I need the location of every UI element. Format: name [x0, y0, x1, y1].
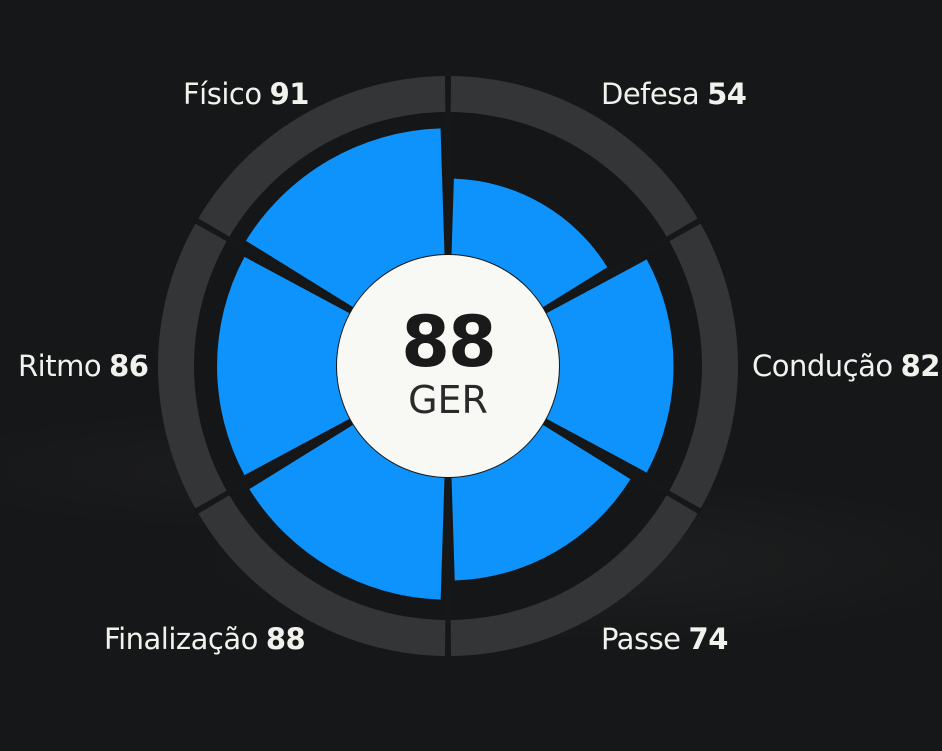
stat-name: Passe	[601, 622, 681, 656]
stat-label-conducao: Condução 82	[752, 349, 940, 383]
stat-value: 88	[265, 622, 306, 656]
overall-rating-label: GER	[408, 378, 488, 422]
stat-name: Físico	[183, 77, 262, 111]
overall-rating-badge: 88 GER	[337, 255, 559, 477]
stat-value: 74	[688, 622, 729, 656]
stat-label-fisico: Físico 91	[183, 77, 309, 111]
stat-label-ritmo: Ritmo 86	[18, 349, 149, 383]
stat-name: Defesa	[601, 77, 700, 111]
stat-value: 54	[707, 77, 747, 111]
stat-name: Finalização	[104, 622, 258, 656]
stat-name: Ritmo	[18, 349, 102, 383]
stat-value: 86	[109, 349, 149, 383]
stat-name: Condução	[752, 349, 893, 383]
overall-rating-value: 88	[401, 301, 496, 383]
stat-label-finalizacao: Finalização 88	[104, 622, 306, 656]
stat-value: 82	[900, 349, 941, 383]
stat-value: 91	[269, 77, 310, 111]
stat-label-defesa: Defesa 54	[601, 77, 747, 111]
stat-label-passe: Passe 74	[601, 622, 728, 656]
